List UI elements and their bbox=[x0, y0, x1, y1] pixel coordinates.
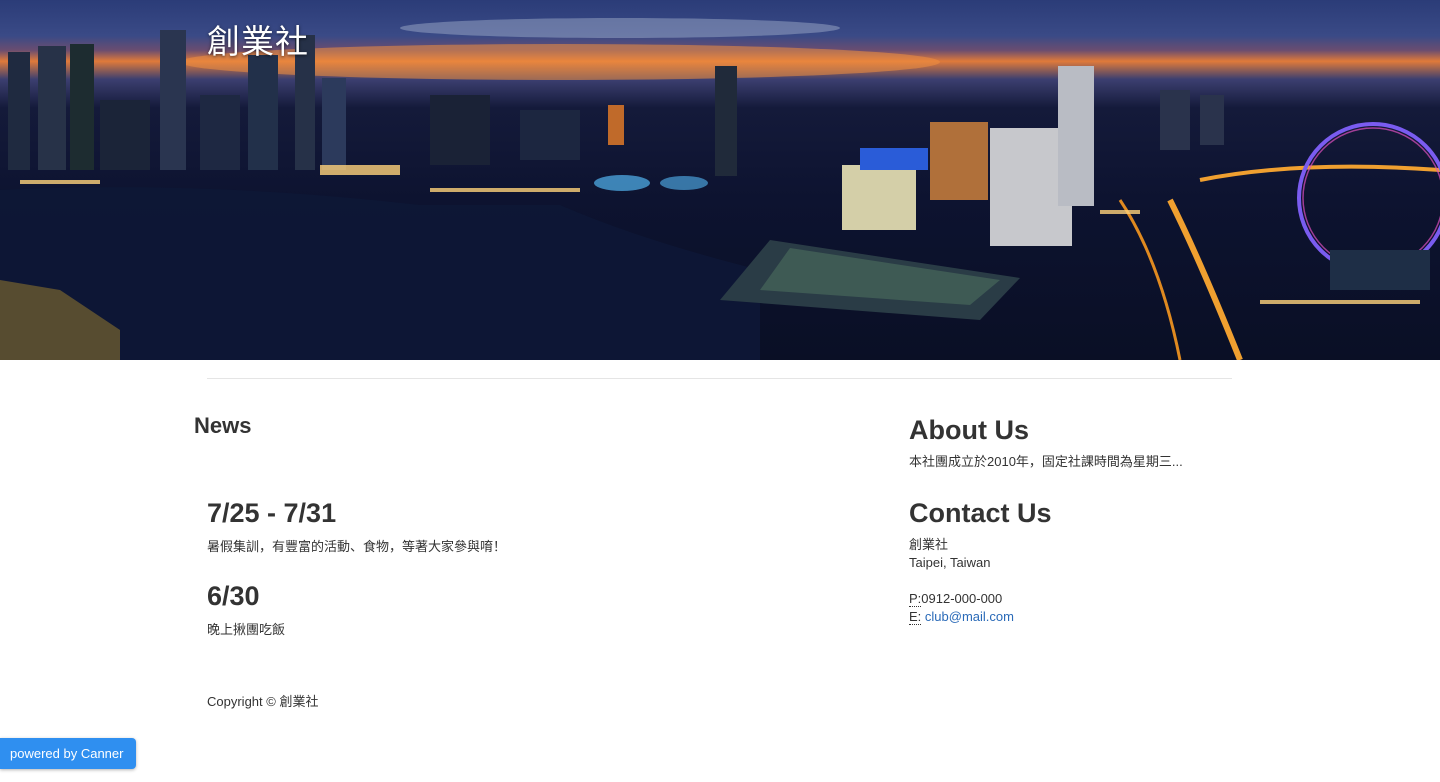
about-text: 本社團成立於2010年，固定社課時間為星期三... bbox=[909, 454, 1183, 469]
news-date: 6/30 bbox=[207, 581, 260, 611]
phone-label: P: bbox=[909, 591, 922, 607]
news-text: 晚上揪團吃飯 bbox=[207, 622, 286, 637]
email-link[interactable]: club@mail.com bbox=[925, 609, 1014, 624]
site-title[interactable]: 創業社 bbox=[207, 15, 309, 63]
news-heading: News bbox=[194, 413, 252, 438]
contact-name: 創業社 bbox=[909, 537, 949, 552]
contact-phone-line: P:0912-000-000 bbox=[909, 590, 1002, 608]
contact-phone: 0912-000-000 bbox=[921, 591, 1003, 606]
copyright: Copyright © 創業社 bbox=[207, 694, 319, 709]
contact-email-line: E: club@mail.com bbox=[909, 608, 1014, 626]
news-text: 暑假集訓，有豐富的活動、食物，等著大家參與唷！ bbox=[207, 539, 507, 554]
contact-heading: Contact Us bbox=[909, 498, 1052, 528]
about-heading: About Us bbox=[909, 415, 1029, 445]
news-item: 7/25 - 7/31 暑假集訓，有豐富的活動、食物，等著大家參與唷！ bbox=[207, 497, 506, 555]
contact-location: Taipei, Taiwan bbox=[909, 555, 991, 570]
news-item: 6/30 晚上揪團吃飯 bbox=[207, 580, 285, 638]
divider bbox=[207, 378, 1232, 379]
email-label: E: bbox=[909, 609, 922, 625]
news-date: 7/25 - 7/31 bbox=[207, 498, 337, 528]
powered-by-badge[interactable]: powered by Canner bbox=[0, 738, 136, 769]
hero-banner: 創業社 bbox=[0, 0, 1440, 360]
